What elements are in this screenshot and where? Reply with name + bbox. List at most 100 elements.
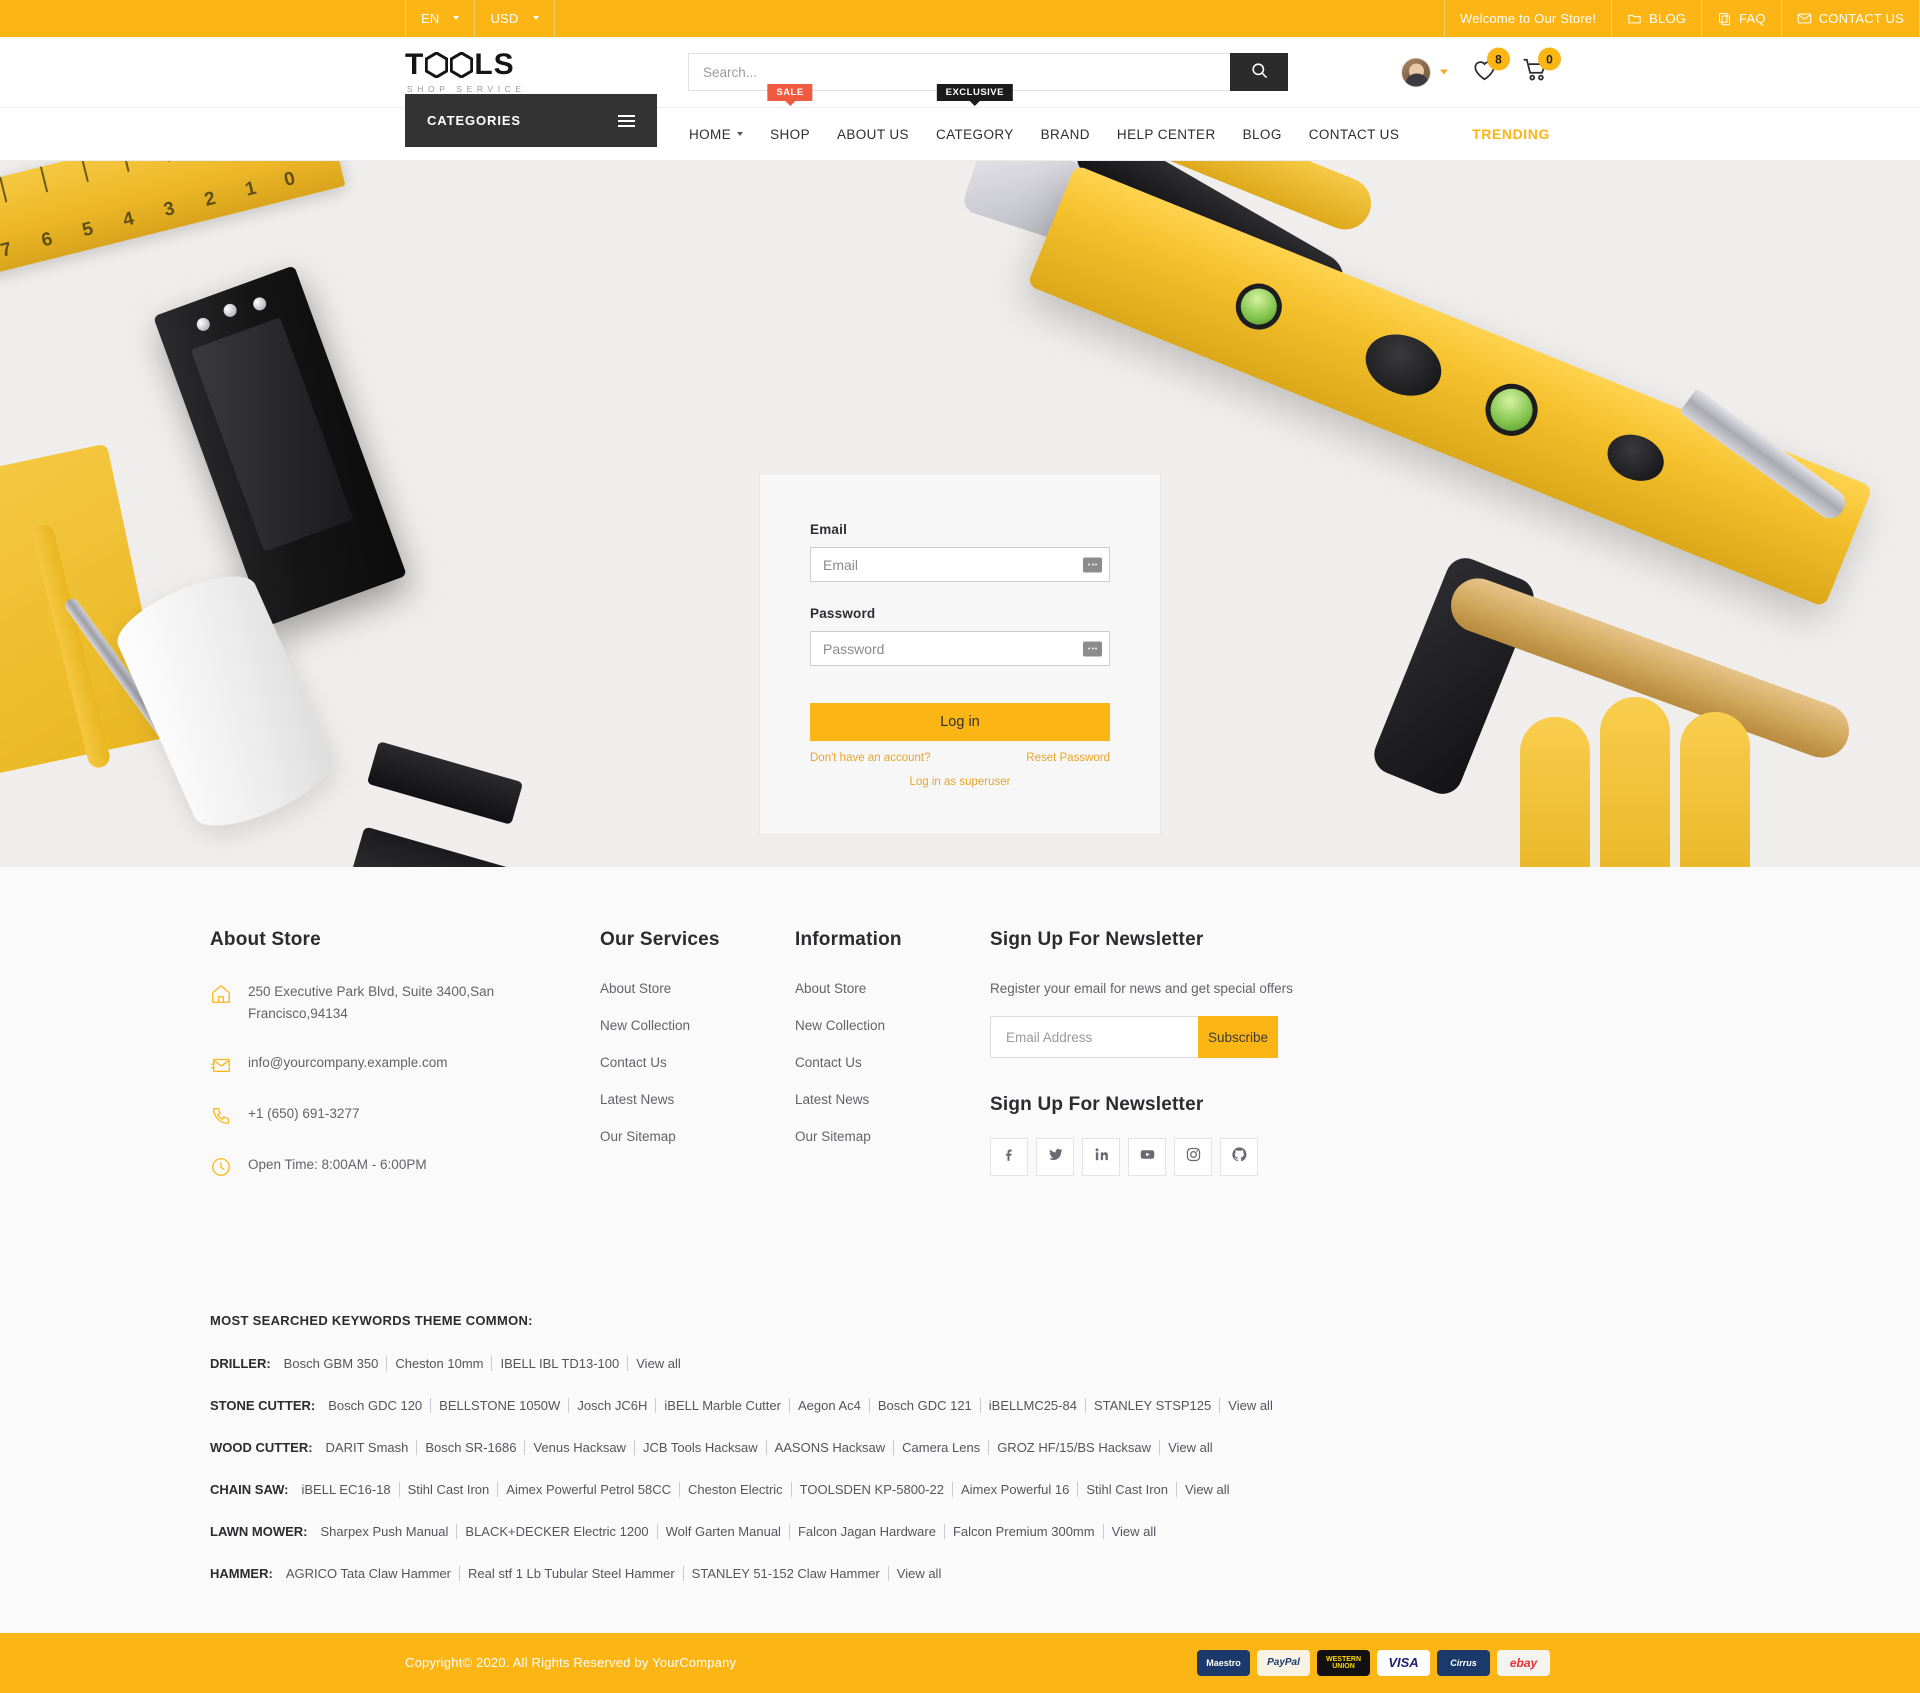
- keyword-item[interactable]: STANLEY 51-152 Claw Hammer: [684, 1565, 889, 1581]
- keyword-item[interactable]: Bosch GBM 350: [276, 1355, 388, 1371]
- keyword-item[interactable]: Wolf Garten Manual: [658, 1523, 790, 1539]
- keyword-item[interactable]: IBELL IBL TD13-100: [492, 1355, 629, 1371]
- keyword-item[interactable]: DARIT Smash: [318, 1439, 418, 1455]
- account-menu[interactable]: [1401, 57, 1448, 87]
- footer-link-information[interactable]: About Store: [795, 981, 990, 996]
- footer-link-services[interactable]: About Store: [600, 981, 795, 996]
- keyword-item[interactable]: Josch JC6H: [569, 1397, 657, 1413]
- trending-label[interactable]: TRENDING: [1472, 126, 1550, 142]
- keyword-view-all[interactable]: View all: [1220, 1398, 1281, 1413]
- footer-link-information[interactable]: Contact Us: [795, 1055, 990, 1070]
- keyword-item[interactable]: TOOLSDEN KP-5800-22: [792, 1481, 953, 1497]
- keyword-item[interactable]: STANLEY STSP125: [1086, 1397, 1221, 1413]
- nav-item-home[interactable]: HOME: [689, 108, 744, 161]
- login-button[interactable]: Log in: [810, 703, 1110, 741]
- nav-item-brand[interactable]: BRAND: [1041, 108, 1090, 161]
- social-link-facebook[interactable]: [990, 1138, 1028, 1176]
- footer-link-services[interactable]: Latest News: [600, 1092, 795, 1107]
- subscribe-button[interactable]: Subscribe: [1198, 1016, 1278, 1058]
- keyword-view-all[interactable]: View all: [889, 1566, 950, 1581]
- glove-finger-image: [1680, 712, 1750, 867]
- categories-button[interactable]: CATEGORIES: [405, 94, 657, 147]
- email-input[interactable]: [810, 547, 1110, 582]
- keyword-item[interactable]: Bosch GDC 120: [320, 1397, 432, 1413]
- contact-phone[interactable]: +1 (650) 691-3277: [248, 1103, 359, 1125]
- search-icon: [1250, 61, 1269, 83]
- keyword-item[interactable]: Venus Hacksaw: [525, 1439, 635, 1455]
- password-input[interactable]: [810, 631, 1110, 666]
- keyword-item[interactable]: Cheston 10mm: [387, 1355, 493, 1371]
- newsletter-email-input[interactable]: [990, 1016, 1198, 1058]
- social-link-instagram[interactable]: [1174, 1138, 1212, 1176]
- nav-item-shop[interactable]: SALE SHOP: [767, 83, 813, 161]
- social-links: [990, 1138, 1350, 1176]
- autofill-icon[interactable]: [1083, 557, 1102, 572]
- footer-link-information[interactable]: Our Sitemap: [795, 1129, 990, 1144]
- nav-item-help-center[interactable]: HELP CENTER: [1117, 108, 1216, 161]
- signup-link[interactable]: Don't have an account?: [810, 752, 930, 764]
- keyword-item[interactable]: GROZ HF/15/BS Hacksaw: [989, 1439, 1161, 1455]
- footer-link-services[interactable]: Our Sitemap: [600, 1129, 795, 1144]
- nav-item-blog[interactable]: BLOG: [1243, 108, 1282, 161]
- language-selector[interactable]: EN: [405, 0, 474, 37]
- footer-link-services[interactable]: Contact Us: [600, 1055, 795, 1070]
- site-logo[interactable]: T LS SHOP SERVICE: [405, 50, 575, 95]
- social-link-linkedin[interactable]: [1082, 1138, 1120, 1176]
- keyword-item[interactable]: BELLSTONE 1050W: [431, 1397, 570, 1413]
- keyword-item[interactable]: iBELL EC16-18: [293, 1481, 400, 1497]
- contact-email[interactable]: info@yourcompany.example.com: [248, 1052, 448, 1074]
- currency-selector[interactable]: USD: [474, 0, 555, 37]
- envelope-icon: [1797, 11, 1812, 26]
- reset-password-link[interactable]: Reset Password: [1026, 752, 1110, 764]
- keyword-item[interactable]: Bosch SR-1686: [417, 1439, 526, 1455]
- keyword-item[interactable]: iBELL Marble Cutter: [656, 1397, 790, 1413]
- keyword-item[interactable]: Stihl Cast Iron: [400, 1481, 499, 1497]
- keyword-view-all[interactable]: View all: [1104, 1524, 1165, 1539]
- topbar-link-faq[interactable]: FAQ: [1701, 0, 1781, 37]
- social-link-youtube[interactable]: [1128, 1138, 1166, 1176]
- social-link-github[interactable]: [1220, 1138, 1258, 1176]
- keyword-item[interactable]: Sharpex Push Manual: [312, 1523, 458, 1539]
- autofill-icon[interactable]: [1083, 641, 1102, 656]
- keyword-item[interactable]: Real stf 1 Lb Tubular Steel Hammer: [460, 1565, 684, 1581]
- nav-item-category[interactable]: EXCLUSIVE CATEGORY: [936, 83, 1014, 161]
- search-button[interactable]: [1230, 53, 1288, 91]
- payment-icon-paypal: PayPal: [1257, 1649, 1310, 1676]
- footer-link-information[interactable]: New Collection: [795, 1018, 990, 1033]
- password-field-wrapper: [810, 631, 1110, 666]
- footer-link-services[interactable]: New Collection: [600, 1018, 795, 1033]
- keyword-item[interactable]: Bosch GDC 121: [870, 1397, 981, 1413]
- topbar-link-blog[interactable]: BLOG: [1611, 0, 1701, 37]
- keyword-item[interactable]: Falcon Jagan Hardware: [790, 1523, 945, 1539]
- wishlist-badge: 8: [1487, 47, 1510, 71]
- keyword-item[interactable]: Cheston Electric: [680, 1481, 792, 1497]
- keyword-item[interactable]: Camera Lens: [894, 1439, 990, 1455]
- top-utility-bar: EN USD Welcome to Our Store! BLOG FAQ CO…: [0, 0, 1920, 37]
- keyword-item[interactable]: AASONS Hacksaw: [767, 1439, 895, 1455]
- footer-link-information[interactable]: Latest News: [795, 1092, 990, 1107]
- wishlist-button[interactable]: 8: [1470, 47, 1510, 88]
- keyword-item[interactable]: Aimex Powerful 16: [953, 1481, 1079, 1497]
- topbar-link-contact-us[interactable]: CONTACT US: [1780, 0, 1920, 37]
- keyword-item[interactable]: BLACK+DECKER Electric 1200: [457, 1523, 658, 1539]
- keyword-view-all[interactable]: View all: [1160, 1440, 1221, 1455]
- nav-item-about-us[interactable]: ABOUT US: [837, 108, 909, 161]
- keyword-item[interactable]: Aegon Ac4: [790, 1397, 870, 1413]
- keyword-item[interactable]: AGRICO Tata Claw Hammer: [278, 1565, 461, 1581]
- nav-item-contact-us[interactable]: CONTACT US: [1309, 108, 1400, 161]
- email-field-wrapper: [810, 547, 1110, 582]
- keyword-view-all[interactable]: View all: [1177, 1482, 1238, 1497]
- superuser-login-link[interactable]: Log in as superuser: [909, 776, 1010, 788]
- social-link-twitter[interactable]: [1036, 1138, 1074, 1176]
- keyword-item[interactable]: JCB Tools Hacksaw: [635, 1439, 767, 1455]
- keyword-item[interactable]: iBELLMC25-84: [981, 1397, 1086, 1413]
- keyword-item[interactable]: Falcon Premium 300mm: [945, 1523, 1104, 1539]
- glove-finger-image: [1520, 717, 1590, 867]
- payment-icon-ebay: ebay: [1497, 1649, 1550, 1676]
- keyword-item[interactable]: Stihl Cast Iron: [1078, 1481, 1177, 1497]
- cart-button[interactable]: 0: [1521, 47, 1561, 88]
- keyword-view-all[interactable]: View all: [628, 1356, 689, 1371]
- home-icon: [210, 983, 232, 1005]
- keyword-item[interactable]: Aimex Powerful Petrol 58CC: [498, 1481, 681, 1497]
- clock-icon: [210, 1156, 232, 1178]
